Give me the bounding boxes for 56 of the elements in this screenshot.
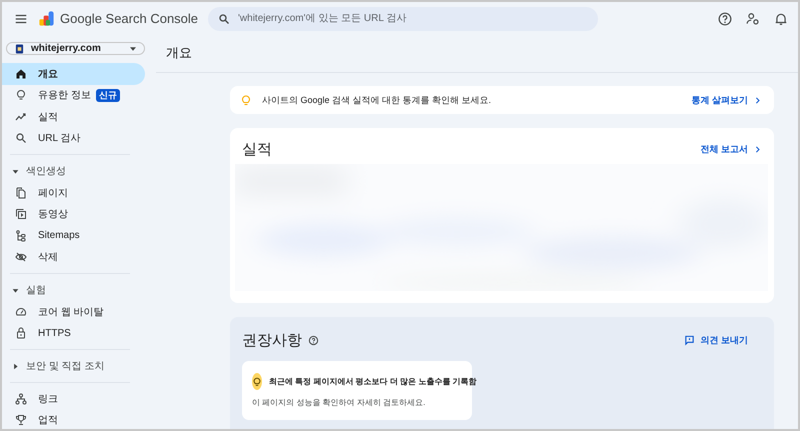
section-header[interactable]: 보안 및 직접 조치 [2,355,150,377]
video-icon [15,208,27,220]
section-header[interactable]: 색인생성 [2,160,150,182]
lightbulb-icon [240,94,252,106]
feedback-link[interactable]: 의견 보내기 [684,334,748,346]
card-title: 실적 [242,140,273,158]
lock-icon [15,327,27,340]
sidebar-item[interactable]: 실적 [2,106,145,128]
panel-title: 권장사항 [242,330,302,350]
sidebar-item[interactable]: URL 검사 [2,128,145,149]
eye-off-icon [15,251,27,264]
pages-icon [15,186,27,199]
caret-icon [12,286,19,294]
sidebar-item[interactable]: 개요 [2,63,145,84]
logo-icon [38,10,55,27]
sidebar-item[interactable]: 링크 [2,388,145,410]
trend-icon [15,110,27,123]
notifications-icon[interactable] [774,12,788,26]
caret-icon [12,168,19,174]
feedback-icon [684,334,696,346]
caret-icon [12,362,19,370]
tip-text: 사이트의 Google 검색 실적에 대한 통계를 확인해 보세요. [262,94,492,106]
new-badge: 신규 [96,88,120,102]
search-field[interactable]: 'whitejerry.com'에 있는 모든 URL 검사 [208,6,598,30]
lightbulb-icon [15,89,27,102]
property-selector[interactable]: whitejerry.com [6,42,145,55]
search-icon [218,12,230,24]
favicon-icon [15,44,24,54]
recommendation-text: 이 페이지의 성능을 확인하여 자세히 검토하세요. [252,397,426,408]
search-icon [15,132,27,144]
chevron-icon [753,96,762,104]
lightbulb-icon [252,373,262,390]
gauge-icon [15,306,27,318]
caret-icon [130,46,136,50]
full-report-link[interactable]: 전체 보고서 [700,142,762,156]
trophy-icon [15,414,27,426]
sitemap-icon [15,230,27,242]
sidebar-item[interactable]: 코어 웹 바이탈 [2,301,145,322]
page-title: 개요 [156,35,798,73]
sidebar-item[interactable]: 삭제 [2,246,145,268]
chevron-icon [753,144,762,154]
sidebar-item[interactable]: Sitemaps [2,225,145,246]
section-header[interactable]: 실험 [2,279,150,301]
user-settings-icon[interactable] [746,12,760,26]
help-icon[interactable] [718,12,732,26]
sidebar-item[interactable]: 업적 [2,410,145,429]
sidebar-item[interactable]: 페이지 [2,182,145,204]
app-title: Google Search Console [60,10,200,26]
sidebar-item[interactable]: HTTPS [2,322,145,344]
sidebar-item[interactable]: 동영상 [2,204,145,225]
recommendation-title: 최근에 특정 페이지에서 평소보다 더 많은 노출수를 기록함 [269,376,477,387]
help-icon [308,334,319,346]
network-icon [15,392,27,405]
home-icon [15,68,27,80]
explore-link[interactable]: 통계 살펴보기 [691,94,762,106]
sidebar-item[interactable]: 유용한 정보 신규 [2,84,145,106]
